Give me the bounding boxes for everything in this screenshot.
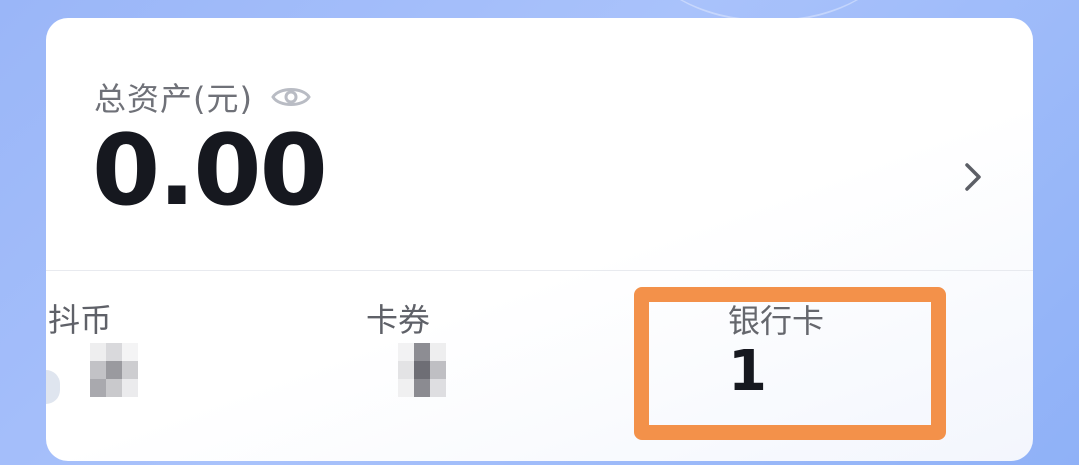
total-assets-amount: 0.00 — [92, 114, 328, 228]
section-divider — [46, 270, 1033, 271]
coupons-label: 卡券 — [366, 301, 431, 339]
total-assets-section[interactable]: 总资产(元) 0.00 — [46, 18, 1033, 270]
eye-icon[interactable] — [271, 84, 311, 110]
coupons-value-pixelated — [398, 343, 446, 397]
douyin-coins-value-pixelated — [90, 343, 138, 397]
bank-card-highlight — [634, 287, 946, 440]
chevron-right-icon[interactable] — [961, 160, 985, 194]
stat-douyin-coins[interactable]: 抖币 — [48, 295, 138, 397]
stat-coupons[interactable]: 卡券 — [366, 295, 446, 397]
douyin-coins-label: 抖币 — [48, 301, 113, 339]
